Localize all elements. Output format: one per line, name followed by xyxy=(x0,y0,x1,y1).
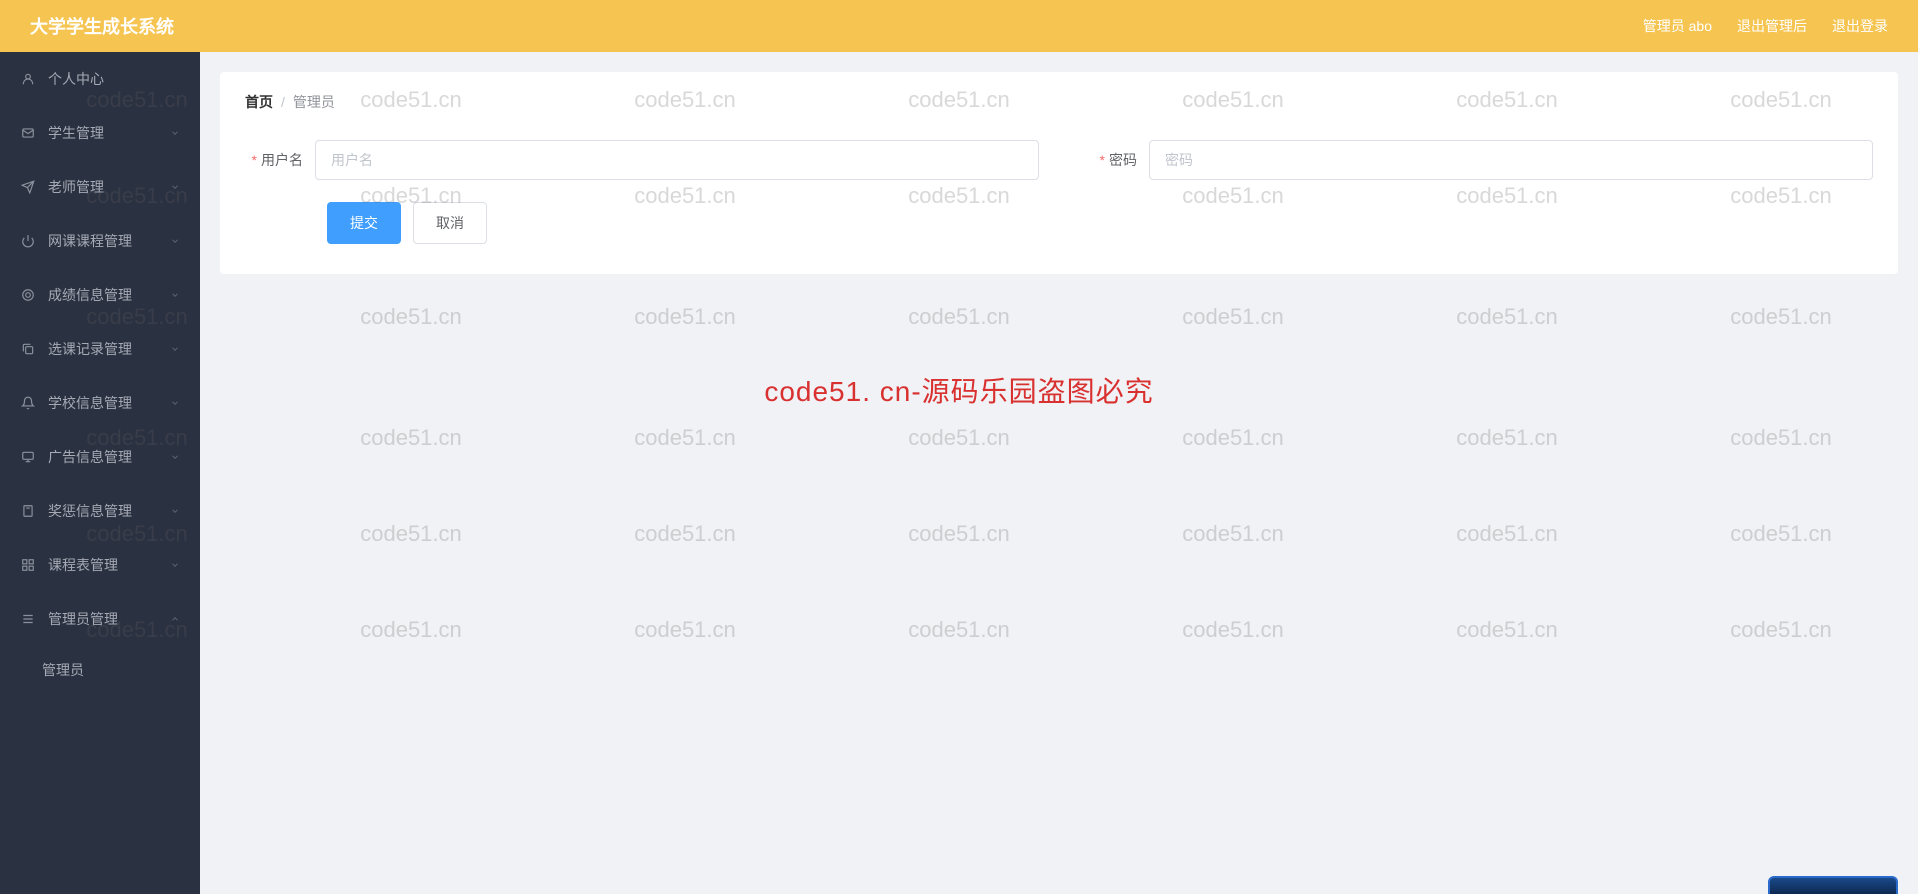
chevron-down-icon xyxy=(170,236,180,246)
required-mark: * xyxy=(252,152,257,168)
sidebar-item-label: 奖惩信息管理 xyxy=(48,501,170,521)
watermark-text: code51.cn xyxy=(1456,304,1558,330)
password-label: *密码 xyxy=(1079,150,1149,170)
watermark-text: code51.cn xyxy=(634,304,736,330)
sidebar-item-online-course[interactable]: 网课课程管理 xyxy=(0,214,200,268)
watermark-text: code51.cn xyxy=(1182,617,1284,643)
app-title: 大学学生成长系统 xyxy=(30,13,174,39)
required-mark: * xyxy=(1100,152,1105,168)
watermark-text: code51.cn xyxy=(634,617,736,643)
content-card: 首页 / 管理员 *用户名 *密码 提交 取消 xyxy=(220,72,1898,274)
watermark-text: code51.cn xyxy=(360,304,462,330)
form-item-password: *密码 xyxy=(1079,140,1873,180)
chevron-down-icon xyxy=(170,560,180,570)
header: 大学学生成长系统 管理员 abo 退出管理后 退出登录 xyxy=(0,0,1918,52)
bottom-widget[interactable] xyxy=(1768,876,1898,894)
main-content: 首页 / 管理员 *用户名 *密码 提交 取消 xyxy=(200,52,1918,294)
username-input[interactable] xyxy=(315,140,1039,180)
chevron-down-icon xyxy=(170,182,180,192)
sidebar-item-student[interactable]: 学生管理 xyxy=(0,106,200,160)
logout-link[interactable]: 退出登录 xyxy=(1832,16,1888,36)
watermark-text: code51.cn xyxy=(360,521,462,547)
breadcrumb-home[interactable]: 首页 xyxy=(245,92,273,112)
submit-button[interactable]: 提交 xyxy=(327,202,401,244)
settings-icon xyxy=(20,611,36,627)
sidebar-item-label: 课程表管理 xyxy=(48,555,170,575)
admin-name[interactable]: 管理员 abo xyxy=(1643,16,1712,36)
watermark-text: code51.cn xyxy=(360,425,462,451)
sidebar-subitem-admin[interactable]: 管理员 xyxy=(0,646,200,694)
power-icon xyxy=(20,233,36,249)
bell-icon xyxy=(20,395,36,411)
chevron-down-icon xyxy=(170,452,180,462)
watermark-text: code51.cn xyxy=(908,304,1010,330)
sidebar-item-course-select[interactable]: 选课记录管理 xyxy=(0,322,200,376)
sidebar-item-teacher[interactable]: 老师管理 xyxy=(0,160,200,214)
grid-icon xyxy=(20,557,36,573)
watermark-text: code51.cn xyxy=(1182,521,1284,547)
sidebar-item-label: 学校信息管理 xyxy=(48,393,170,413)
watermark-text: code51.cn xyxy=(908,521,1010,547)
back-link[interactable]: 退出管理后 xyxy=(1737,16,1807,36)
label-text: 用户名 xyxy=(261,152,303,168)
watermark-text: code51.cn xyxy=(360,617,462,643)
sidebar-item-admin[interactable]: 管理员管理 xyxy=(0,592,200,646)
form-item-username: *用户名 xyxy=(245,140,1039,180)
sidebar-item-label: 网课课程管理 xyxy=(48,231,170,251)
chevron-down-icon xyxy=(170,344,180,354)
watermark-center: code51. cn-源码乐园盗图必究 xyxy=(764,370,1153,410)
breadcrumb-separator: / xyxy=(281,94,285,110)
sidebar-item-label: 成绩信息管理 xyxy=(48,285,170,305)
user-icon xyxy=(20,71,36,87)
sidebar-item-label: 学生管理 xyxy=(48,123,170,143)
watermark-text: code51.cn xyxy=(1730,304,1832,330)
watermark-text: code51.cn xyxy=(1456,521,1558,547)
sidebar-item-label: 选课记录管理 xyxy=(48,339,170,359)
watermark-text: code51.cn xyxy=(1730,425,1832,451)
plane-icon xyxy=(20,179,36,195)
watermark-text: code51.cn xyxy=(634,521,736,547)
sidebar-item-label: 广告信息管理 xyxy=(48,447,170,467)
sidebar-item-label: 管理员管理 xyxy=(48,609,170,629)
sidebar-item-personal[interactable]: 个人中心 xyxy=(0,52,200,106)
form-row: *用户名 *密码 xyxy=(245,140,1873,180)
sidebar: 个人中心 学生管理 老师管理 网课课程管理 成绩信息管理 选课记录管理 学校信息… xyxy=(0,52,200,894)
username-label: *用户名 xyxy=(245,150,315,170)
chevron-up-icon xyxy=(170,614,180,624)
sidebar-item-label: 老师管理 xyxy=(48,177,170,197)
chevron-down-icon xyxy=(170,506,180,516)
breadcrumb-current: 管理员 xyxy=(293,92,335,112)
sidebar-item-ad[interactable]: 广告信息管理 xyxy=(0,430,200,484)
monitor-icon xyxy=(20,449,36,465)
breadcrumb: 首页 / 管理员 xyxy=(245,92,1873,112)
watermark-text: code51.cn xyxy=(908,617,1010,643)
chevron-down-icon xyxy=(170,290,180,300)
sidebar-item-school[interactable]: 学校信息管理 xyxy=(0,376,200,430)
watermark-text: code51.cn xyxy=(908,425,1010,451)
bookmark-icon xyxy=(20,503,36,519)
sidebar-item-reward[interactable]: 奖惩信息管理 xyxy=(0,484,200,538)
sidebar-item-schedule[interactable]: 课程表管理 xyxy=(0,538,200,592)
circle-icon xyxy=(20,287,36,303)
mail-icon xyxy=(20,125,36,141)
sidebar-item-grade[interactable]: 成绩信息管理 xyxy=(0,268,200,322)
watermark-text: code51.cn xyxy=(1182,425,1284,451)
watermark-text: code51.cn xyxy=(634,425,736,451)
watermark-text: code51.cn xyxy=(1456,425,1558,451)
watermark-text: code51.cn xyxy=(1730,521,1832,547)
watermark-text: code51.cn xyxy=(1456,617,1558,643)
label-text: 密码 xyxy=(1109,152,1137,168)
copy-icon xyxy=(20,341,36,357)
watermark-text: code51.cn xyxy=(1730,617,1832,643)
header-right: 管理员 abo 退出管理后 退出登录 xyxy=(1643,16,1888,36)
chevron-down-icon xyxy=(170,128,180,138)
chevron-down-icon xyxy=(170,398,180,408)
sidebar-item-label: 个人中心 xyxy=(48,69,180,89)
cancel-button[interactable]: 取消 xyxy=(413,202,487,244)
form-buttons: 提交 取消 xyxy=(245,202,1873,244)
watermark-text: code51.cn xyxy=(1182,304,1284,330)
password-input[interactable] xyxy=(1149,140,1873,180)
